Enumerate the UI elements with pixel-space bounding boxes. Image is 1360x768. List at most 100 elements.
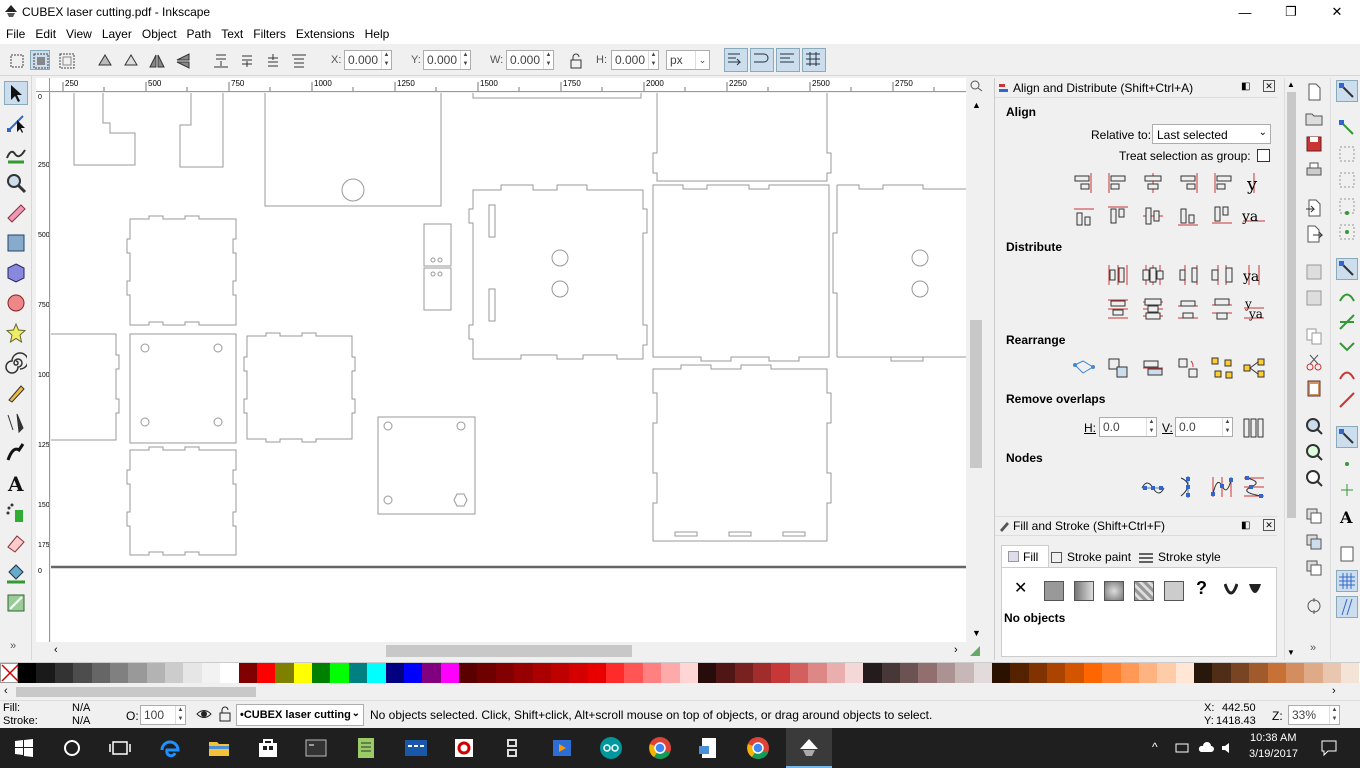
align-nodes-vertical-icon[interactable] bbox=[1175, 474, 1201, 500]
palette-swatch[interactable] bbox=[918, 663, 937, 683]
palette-swatch[interactable] bbox=[661, 663, 680, 683]
exchange-z-order-icon[interactable] bbox=[1140, 355, 1166, 381]
palette-swatch[interactable] bbox=[54, 663, 74, 683]
palette-scroll-left-icon[interactable]: ‹ bbox=[4, 685, 8, 697]
snap-nodes-icon[interactable] bbox=[1336, 258, 1358, 280]
palette-swatch[interactable] bbox=[422, 663, 441, 683]
palette-swatch[interactable] bbox=[789, 663, 809, 683]
pattern-icon[interactable] bbox=[1164, 581, 1184, 601]
text-tool-icon[interactable]: A bbox=[4, 471, 28, 495]
deselect-icon[interactable] bbox=[56, 50, 76, 70]
horizontal-scrollbar[interactable]: ‹ › bbox=[50, 642, 966, 660]
tab-fill[interactable]: Fill bbox=[1001, 545, 1049, 567]
scale-corners-icon[interactable] bbox=[750, 48, 774, 72]
opacity-field[interactable]: 100 ▲ ▼ bbox=[140, 705, 186, 725]
snap-path-intersections-icon[interactable] bbox=[1337, 312, 1357, 332]
snap-rotation-center-icon[interactable] bbox=[1337, 480, 1357, 500]
new-document-icon[interactable] bbox=[1304, 82, 1324, 102]
tab-stroke-paint[interactable]: Stroke paint bbox=[1049, 547, 1135, 567]
scroll-right-icon[interactable]: › bbox=[954, 644, 958, 656]
snap-bbox-icon[interactable] bbox=[1337, 118, 1357, 138]
relative-to-select[interactable]: Last selected ⌄ bbox=[1152, 124, 1271, 144]
flip-vertical-icon[interactable] bbox=[172, 50, 192, 70]
import-icon[interactable] bbox=[1304, 198, 1324, 218]
notepad-icon[interactable] bbox=[352, 734, 380, 762]
maximize-button[interactable]: ❐ bbox=[1268, 0, 1314, 24]
center-vertical-axis-icon[interactable] bbox=[1140, 170, 1166, 196]
palette-swatch[interactable] bbox=[128, 663, 147, 683]
distribute-centers-horizontal-icon[interactable] bbox=[1140, 262, 1166, 288]
spray-tool-icon[interactable] bbox=[4, 501, 28, 525]
volume-icon[interactable] bbox=[1220, 740, 1236, 756]
palette-swatch[interactable] bbox=[109, 663, 129, 683]
measure-tool-icon[interactable] bbox=[4, 201, 28, 225]
palette-swatch[interactable] bbox=[330, 663, 349, 683]
palette-swatch[interactable] bbox=[1010, 663, 1029, 683]
panel-collapse-icon[interactable]: ◧ bbox=[1241, 520, 1250, 531]
python-app-icon[interactable] bbox=[498, 734, 526, 762]
move-gradients-icon[interactable] bbox=[776, 48, 800, 72]
palette-swatch[interactable] bbox=[73, 663, 92, 683]
align-text-baseline-icon[interactable]: ya bbox=[1241, 203, 1267, 229]
dock-scroll-up-icon[interactable]: ▲ bbox=[1287, 80, 1295, 89]
unit-select[interactable]: px ⌄ bbox=[666, 50, 710, 70]
palette-swatch[interactable] bbox=[514, 663, 533, 683]
radial-gradient-icon[interactable] bbox=[1104, 581, 1124, 601]
paste-icon[interactable] bbox=[1304, 378, 1324, 398]
tray-chevron-icon[interactable]: ^ bbox=[1152, 740, 1158, 754]
horizontal-scroll-thumb[interactable] bbox=[386, 645, 632, 657]
palette-swatch[interactable] bbox=[18, 663, 37, 683]
node-tool-icon[interactable] bbox=[4, 111, 28, 135]
randomize-positions-icon[interactable] bbox=[1209, 355, 1235, 381]
inkscape-icon[interactable] bbox=[795, 734, 823, 762]
align-bottom-to-top-icon[interactable] bbox=[1071, 203, 1097, 229]
palette-scrollbar[interactable]: ‹ › bbox=[0, 684, 1360, 700]
exchange-positions-icon[interactable] bbox=[1105, 355, 1131, 381]
clone-icon[interactable] bbox=[1304, 532, 1324, 552]
exchange-clockwise-icon[interactable] bbox=[1175, 355, 1201, 381]
align-top-icon[interactable] bbox=[1105, 203, 1131, 229]
snap-page-border-icon[interactable] bbox=[1337, 544, 1357, 564]
selector-tool-icon[interactable] bbox=[4, 81, 28, 105]
snap-centers-icon[interactable] bbox=[1337, 454, 1357, 474]
unset-paint-icon[interactable]: ? bbox=[1196, 578, 1207, 599]
menu-help[interactable]: Help bbox=[359, 27, 394, 41]
palette-swatch[interactable] bbox=[973, 663, 992, 683]
palette-swatch[interactable] bbox=[238, 663, 257, 683]
layer-visibility-icon[interactable] bbox=[196, 706, 212, 722]
palette-swatch[interactable] bbox=[201, 663, 221, 683]
star-tool-icon[interactable] bbox=[4, 321, 28, 345]
distribute-right-edges-icon[interactable] bbox=[1175, 262, 1201, 288]
snap-bbox-edge-icon[interactable] bbox=[1337, 144, 1357, 164]
palette-swatch[interactable] bbox=[550, 663, 570, 683]
palette-swatch[interactable] bbox=[146, 663, 165, 683]
close-button[interactable]: ✕ bbox=[1314, 0, 1360, 24]
panel-close-icon[interactable]: ✕ bbox=[1263, 519, 1275, 531]
lower-to-bottom-icon[interactable] bbox=[210, 50, 230, 70]
menu-edit[interactable]: Edit bbox=[29, 27, 60, 41]
palette-swatch[interactable] bbox=[587, 663, 606, 683]
dock-scroll-down-icon[interactable]: ▼ bbox=[1287, 648, 1295, 657]
cut-icon[interactable] bbox=[1304, 352, 1324, 372]
print-icon[interactable] bbox=[1304, 160, 1324, 180]
palette-swatch[interactable] bbox=[1249, 663, 1268, 683]
xml-editor-icon[interactable] bbox=[1304, 596, 1324, 616]
color-manage-icon[interactable] bbox=[966, 642, 986, 660]
palette-swatch[interactable] bbox=[165, 663, 184, 683]
scale-stroke-icon[interactable] bbox=[724, 48, 748, 72]
zoom-tool-icon[interactable] bbox=[4, 171, 28, 195]
duplicate-icon[interactable] bbox=[1304, 506, 1324, 526]
align-baseline-icon[interactable]: y bbox=[1241, 170, 1267, 196]
pen-tool-icon[interactable] bbox=[4, 411, 28, 435]
store-icon[interactable] bbox=[254, 734, 282, 762]
align-right-to-left-icon[interactable] bbox=[1071, 170, 1097, 196]
distribute-baselines-horizontal-icon[interactable]: ya bbox=[1241, 262, 1267, 288]
overlap-h-field[interactable]: 0.0 ▲ ▼ bbox=[1099, 417, 1157, 437]
redo-icon[interactable] bbox=[1304, 288, 1324, 308]
app-icon[interactable] bbox=[450, 734, 478, 762]
media-player-icon[interactable] bbox=[548, 734, 576, 762]
clock-date[interactable]: 3/19/2017 bbox=[1249, 748, 1298, 760]
align-left-to-right-icon[interactable] bbox=[1209, 170, 1235, 196]
snap-line-midpoints-icon[interactable] bbox=[1337, 390, 1357, 410]
palette-swatch[interactable] bbox=[275, 663, 294, 683]
